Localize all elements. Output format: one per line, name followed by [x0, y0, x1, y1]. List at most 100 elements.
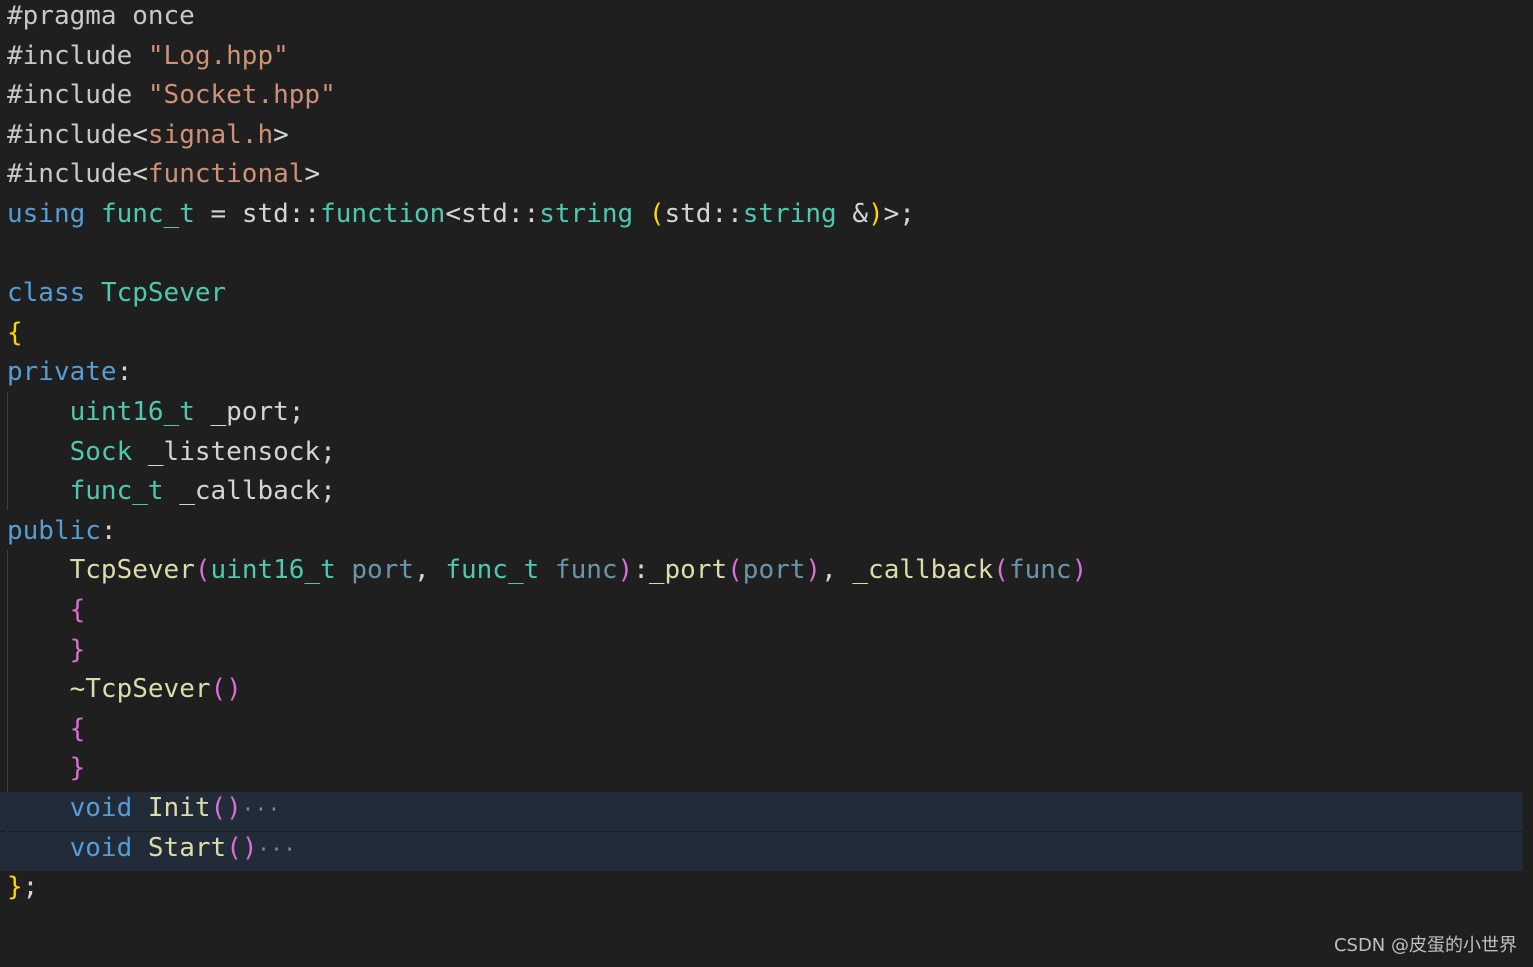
line-text: using func_t = std::function<std::string…	[7, 195, 915, 234]
code-line[interactable]: {	[0, 713, 1523, 752]
code-token: port	[742, 555, 806, 586]
code-line[interactable]: func_t _callback;	[0, 475, 1523, 514]
line-text: #include "Socket.hpp"	[7, 76, 336, 115]
code-token: Start	[147, 832, 227, 863]
code-line[interactable]	[0, 238, 1523, 277]
code-token: :	[116, 357, 133, 388]
code-token: _callback;	[163, 476, 336, 507]
folded-code-line[interactable]: void Start()···	[0, 831, 1523, 871]
code-token: :	[633, 555, 649, 586]
code-token: func	[1008, 555, 1072, 586]
code-line[interactable]: uint16_t _port;	[0, 396, 1523, 435]
code-token: "Log.hpp"	[147, 40, 289, 71]
code-token: _port;	[194, 397, 305, 427]
line-text: #include<functional>	[7, 155, 320, 194]
code-line[interactable]: {	[0, 317, 1523, 356]
code-line[interactable]: ~TcpSever()	[0, 673, 1523, 712]
code-token: ()	[226, 832, 258, 863]
code-token: )	[868, 199, 884, 229]
code-token: ,	[821, 555, 853, 586]
code-line[interactable]: public:	[0, 515, 1523, 554]
code-token: uint16_t	[210, 555, 336, 586]
fold-ellipsis-icon[interactable]: ···	[258, 837, 297, 861]
code-token: "Socket.hpp"	[147, 80, 336, 111]
code-token: string	[742, 199, 837, 229]
code-token: ~TcpSever	[69, 674, 211, 705]
code-token: func_t	[445, 555, 540, 586]
code-token: (	[194, 555, 211, 586]
code-token: ;	[22, 872, 39, 903]
code-token: public	[7, 515, 101, 546]
code-line[interactable]: TcpSever(uint16_t port, func_t func):_po…	[0, 554, 1523, 593]
line-text: ~TcpSever()	[7, 670, 242, 709]
code-token: class	[7, 278, 86, 309]
code-token: TcpSever	[69, 555, 195, 586]
code-token: string	[539, 199, 634, 229]
code-line[interactable]: using func_t = std::function<std::string…	[0, 198, 1523, 237]
code-token: <	[132, 119, 148, 150]
code-token: )	[805, 555, 822, 586]
line-text: #pragma once	[7, 0, 195, 36]
code-line[interactable]: {	[0, 594, 1523, 633]
code-token: ()	[210, 674, 242, 705]
code-token: >;	[883, 199, 915, 229]
code-line[interactable]: class TcpSever	[0, 277, 1523, 316]
code-token: }	[7, 872, 23, 903]
code-token: #include	[7, 119, 133, 150]
code-token: #pragma once	[7, 1, 195, 31]
code-token: void	[69, 832, 133, 863]
code-token: using	[7, 199, 86, 229]
code-editor[interactable]: #pragma once #include "Log.hpp" #include "…	[0, 0, 1533, 967]
line-text: }	[7, 749, 86, 788]
line-text: public:	[7, 512, 117, 551]
line-text: }	[7, 631, 86, 670]
code-token: }	[69, 634, 86, 665]
line-text: {	[7, 314, 23, 353]
code-line[interactable]: Sock _listensock;	[0, 436, 1523, 475]
code-token: functional	[147, 159, 305, 190]
code-token: _listensock;	[132, 436, 336, 467]
line-text: #include<signal.h>	[7, 116, 289, 155]
code-token: {	[7, 317, 23, 348]
code-line[interactable]: #include "Socket.hpp"	[0, 79, 1523, 118]
code-token: )	[1071, 555, 1088, 586]
code-token: port	[351, 555, 415, 586]
line-text: func_t _callback;	[7, 472, 336, 511]
code-line[interactable]: #pragma once	[0, 0, 1523, 39]
code-line[interactable]: }	[0, 634, 1523, 673]
line-text: {	[7, 710, 86, 749]
code-line[interactable]: #include "Log.hpp"	[0, 40, 1523, 79]
code-token: signal.h	[147, 119, 274, 150]
code-line[interactable]: private:	[0, 356, 1523, 395]
code-token: )	[617, 555, 634, 586]
fold-ellipsis-icon[interactable]: ···	[242, 797, 281, 821]
code-token: &	[836, 199, 868, 229]
csdn-watermark: CSDN @皮蛋的小世界	[1333, 935, 1517, 956]
code-token: ()	[210, 793, 242, 823]
line-text: uint16_t _port;	[7, 393, 305, 432]
code-line[interactable]: }	[0, 752, 1523, 791]
code-token: (	[993, 555, 1009, 586]
code-token: >	[304, 159, 321, 190]
line-text: private:	[7, 353, 132, 392]
code-line[interactable]: #include<signal.h>	[0, 119, 1523, 158]
line-text: };	[7, 868, 38, 907]
code-token: #include	[7, 40, 148, 71]
folded-code-line[interactable]: void Init()···	[0, 792, 1523, 831]
code-line[interactable]: #include<functional>	[0, 158, 1523, 197]
line-text: void Init()···	[7, 789, 281, 829]
code-token: {	[69, 713, 86, 744]
code-token: #include	[7, 80, 148, 111]
code-token: ,	[414, 555, 446, 586]
code-line[interactable]: };	[0, 871, 1523, 910]
